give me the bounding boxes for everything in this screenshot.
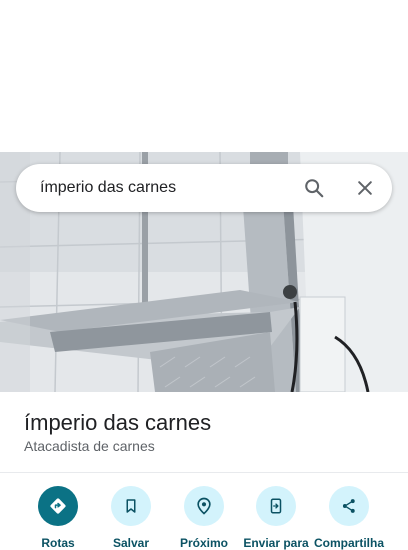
share-icon: [342, 499, 355, 513]
bookmark-icon: [126, 499, 136, 513]
close-icon: [358, 181, 372, 195]
share-button-circle[interactable]: [329, 486, 369, 526]
send-to-phone-label: Enviar para: [243, 536, 309, 550]
send-to-phone-icon: [270, 498, 282, 514]
save-button[interactable]: Salvar: [95, 486, 167, 550]
directions-label: Rotas: [41, 536, 75, 550]
search-bar[interactable]: ímperio das carnes: [16, 164, 392, 212]
directions-button[interactable]: Rotas: [22, 486, 94, 550]
nearby-button[interactable]: Próximo: [168, 486, 240, 550]
place-title: ímperio das carnes: [24, 410, 212, 435]
nearby-label: Próximo: [179, 536, 228, 550]
directions-icon: [50, 498, 66, 514]
search-button[interactable]: [296, 170, 332, 206]
save-button-circle[interactable]: [111, 486, 151, 526]
place-category: Atacadista de carnes: [24, 438, 155, 454]
send-to-phone-button-circle[interactable]: [256, 486, 296, 526]
place-info-panel: ímperio das carnes Atacadista de carnes …: [0, 392, 408, 550]
send-to-phone-button[interactable]: Enviar para: [240, 486, 312, 550]
share-button[interactable]: Compartilha: [313, 486, 385, 550]
save-label: Salvar: [112, 536, 150, 550]
clear-search-button[interactable]: [347, 170, 383, 206]
search-input[interactable]: ímperio das carnes: [40, 164, 176, 212]
nearby-icon: [197, 497, 211, 515]
search-icon: [305, 179, 324, 198]
nearby-button-circle[interactable]: [184, 486, 224, 526]
share-label: Compartilha: [313, 536, 384, 550]
divider: [0, 472, 408, 473]
directions-button-circle[interactable]: [38, 486, 78, 526]
map-blank-area: [0, 0, 408, 152]
